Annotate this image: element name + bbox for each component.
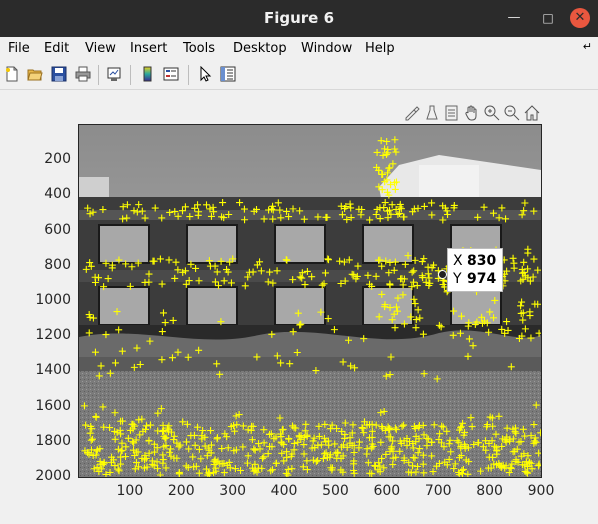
toolbar-separator <box>188 65 189 85</box>
y-tick-label: 1200 <box>35 327 71 344</box>
x-tick-label: 900 <box>527 483 555 499</box>
home-icon[interactable] <box>523 104 541 122</box>
x-tick-label: 400 <box>270 483 298 499</box>
y-tick-label: 2000 <box>35 468 71 484</box>
datatip-marker[interactable] <box>438 270 447 279</box>
x-tick-label: 500 <box>322 483 349 499</box>
x-tick-label: 200 <box>167 483 195 499</box>
new-figure-icon[interactable] <box>4 66 20 82</box>
close-button[interactable]: ✕ <box>570 8 590 28</box>
x-tick-label: 600 <box>373 483 401 499</box>
data-tips-icon[interactable] <box>423 104 441 122</box>
menu-help[interactable]: Help <box>365 41 395 56</box>
toolbar-separator <box>130 65 131 85</box>
x-tick-label: 800 <box>476 483 503 499</box>
y-tick-label: 1400 <box>35 362 71 379</box>
property-inspector-icon[interactable] <box>220 66 236 82</box>
menu-view[interactable]: View <box>85 41 116 56</box>
menu-file[interactable]: File <box>8 41 30 56</box>
edit-plot-arrow-icon[interactable] <box>197 66 213 82</box>
x-tick-label: 700 <box>424 483 452 499</box>
datatip-y-value: 974 <box>467 271 497 287</box>
save-icon[interactable] <box>51 66 67 82</box>
menu-tools[interactable]: Tools <box>183 41 215 56</box>
link-plot-icon[interactable] <box>106 66 122 82</box>
zoom-in-icon[interactable] <box>483 104 501 122</box>
pan-hand-icon[interactable] <box>463 104 481 122</box>
dock-arrow-icon[interactable]: ↵ <box>583 40 592 53</box>
minimize-button[interactable]: — <box>504 8 524 28</box>
menu-desktop[interactable]: Desktop <box>233 41 287 56</box>
y-tick-label: 1800 <box>35 432 71 449</box>
menu-window[interactable]: Window <box>301 41 352 56</box>
y-tick-label: 800 <box>44 256 71 273</box>
y-tick-label: 600 <box>44 221 71 238</box>
figure-toolbar <box>0 61 598 90</box>
insert-colorbar-icon[interactable] <box>140 66 156 82</box>
toolbar-separator <box>98 65 99 85</box>
maximize-button[interactable]: □ <box>538 8 558 28</box>
plot-canvas <box>79 125 541 477</box>
menu-bar: File Edit View Insert Tools Desktop Wind… <box>0 37 598 61</box>
brush-icon[interactable] <box>403 104 421 122</box>
datatip-x-value: 830 <box>467 253 497 269</box>
insert-legend-icon[interactable] <box>163 66 179 82</box>
y-tick-label: 1600 <box>35 397 71 414</box>
open-file-icon[interactable] <box>27 66 43 82</box>
print-icon[interactable] <box>75 66 91 82</box>
y-tick-label: 400 <box>44 186 71 203</box>
title-bar: Figure 6 — □ ✕ <box>0 0 598 37</box>
datatip[interactable]: X 830 Y 974 <box>447 248 503 292</box>
image-axes[interactable] <box>78 124 542 478</box>
zoom-out-icon[interactable] <box>503 104 521 122</box>
y-tick-label: 200 <box>44 151 71 168</box>
y-tick-label: 1000 <box>35 292 71 308</box>
menu-insert[interactable]: Insert <box>130 41 167 56</box>
rotate-icon[interactable] <box>443 104 461 122</box>
menu-edit[interactable]: Edit <box>44 41 69 56</box>
x-tick-label: 300 <box>219 483 247 499</box>
x-tick-label: 100 <box>116 483 144 499</box>
